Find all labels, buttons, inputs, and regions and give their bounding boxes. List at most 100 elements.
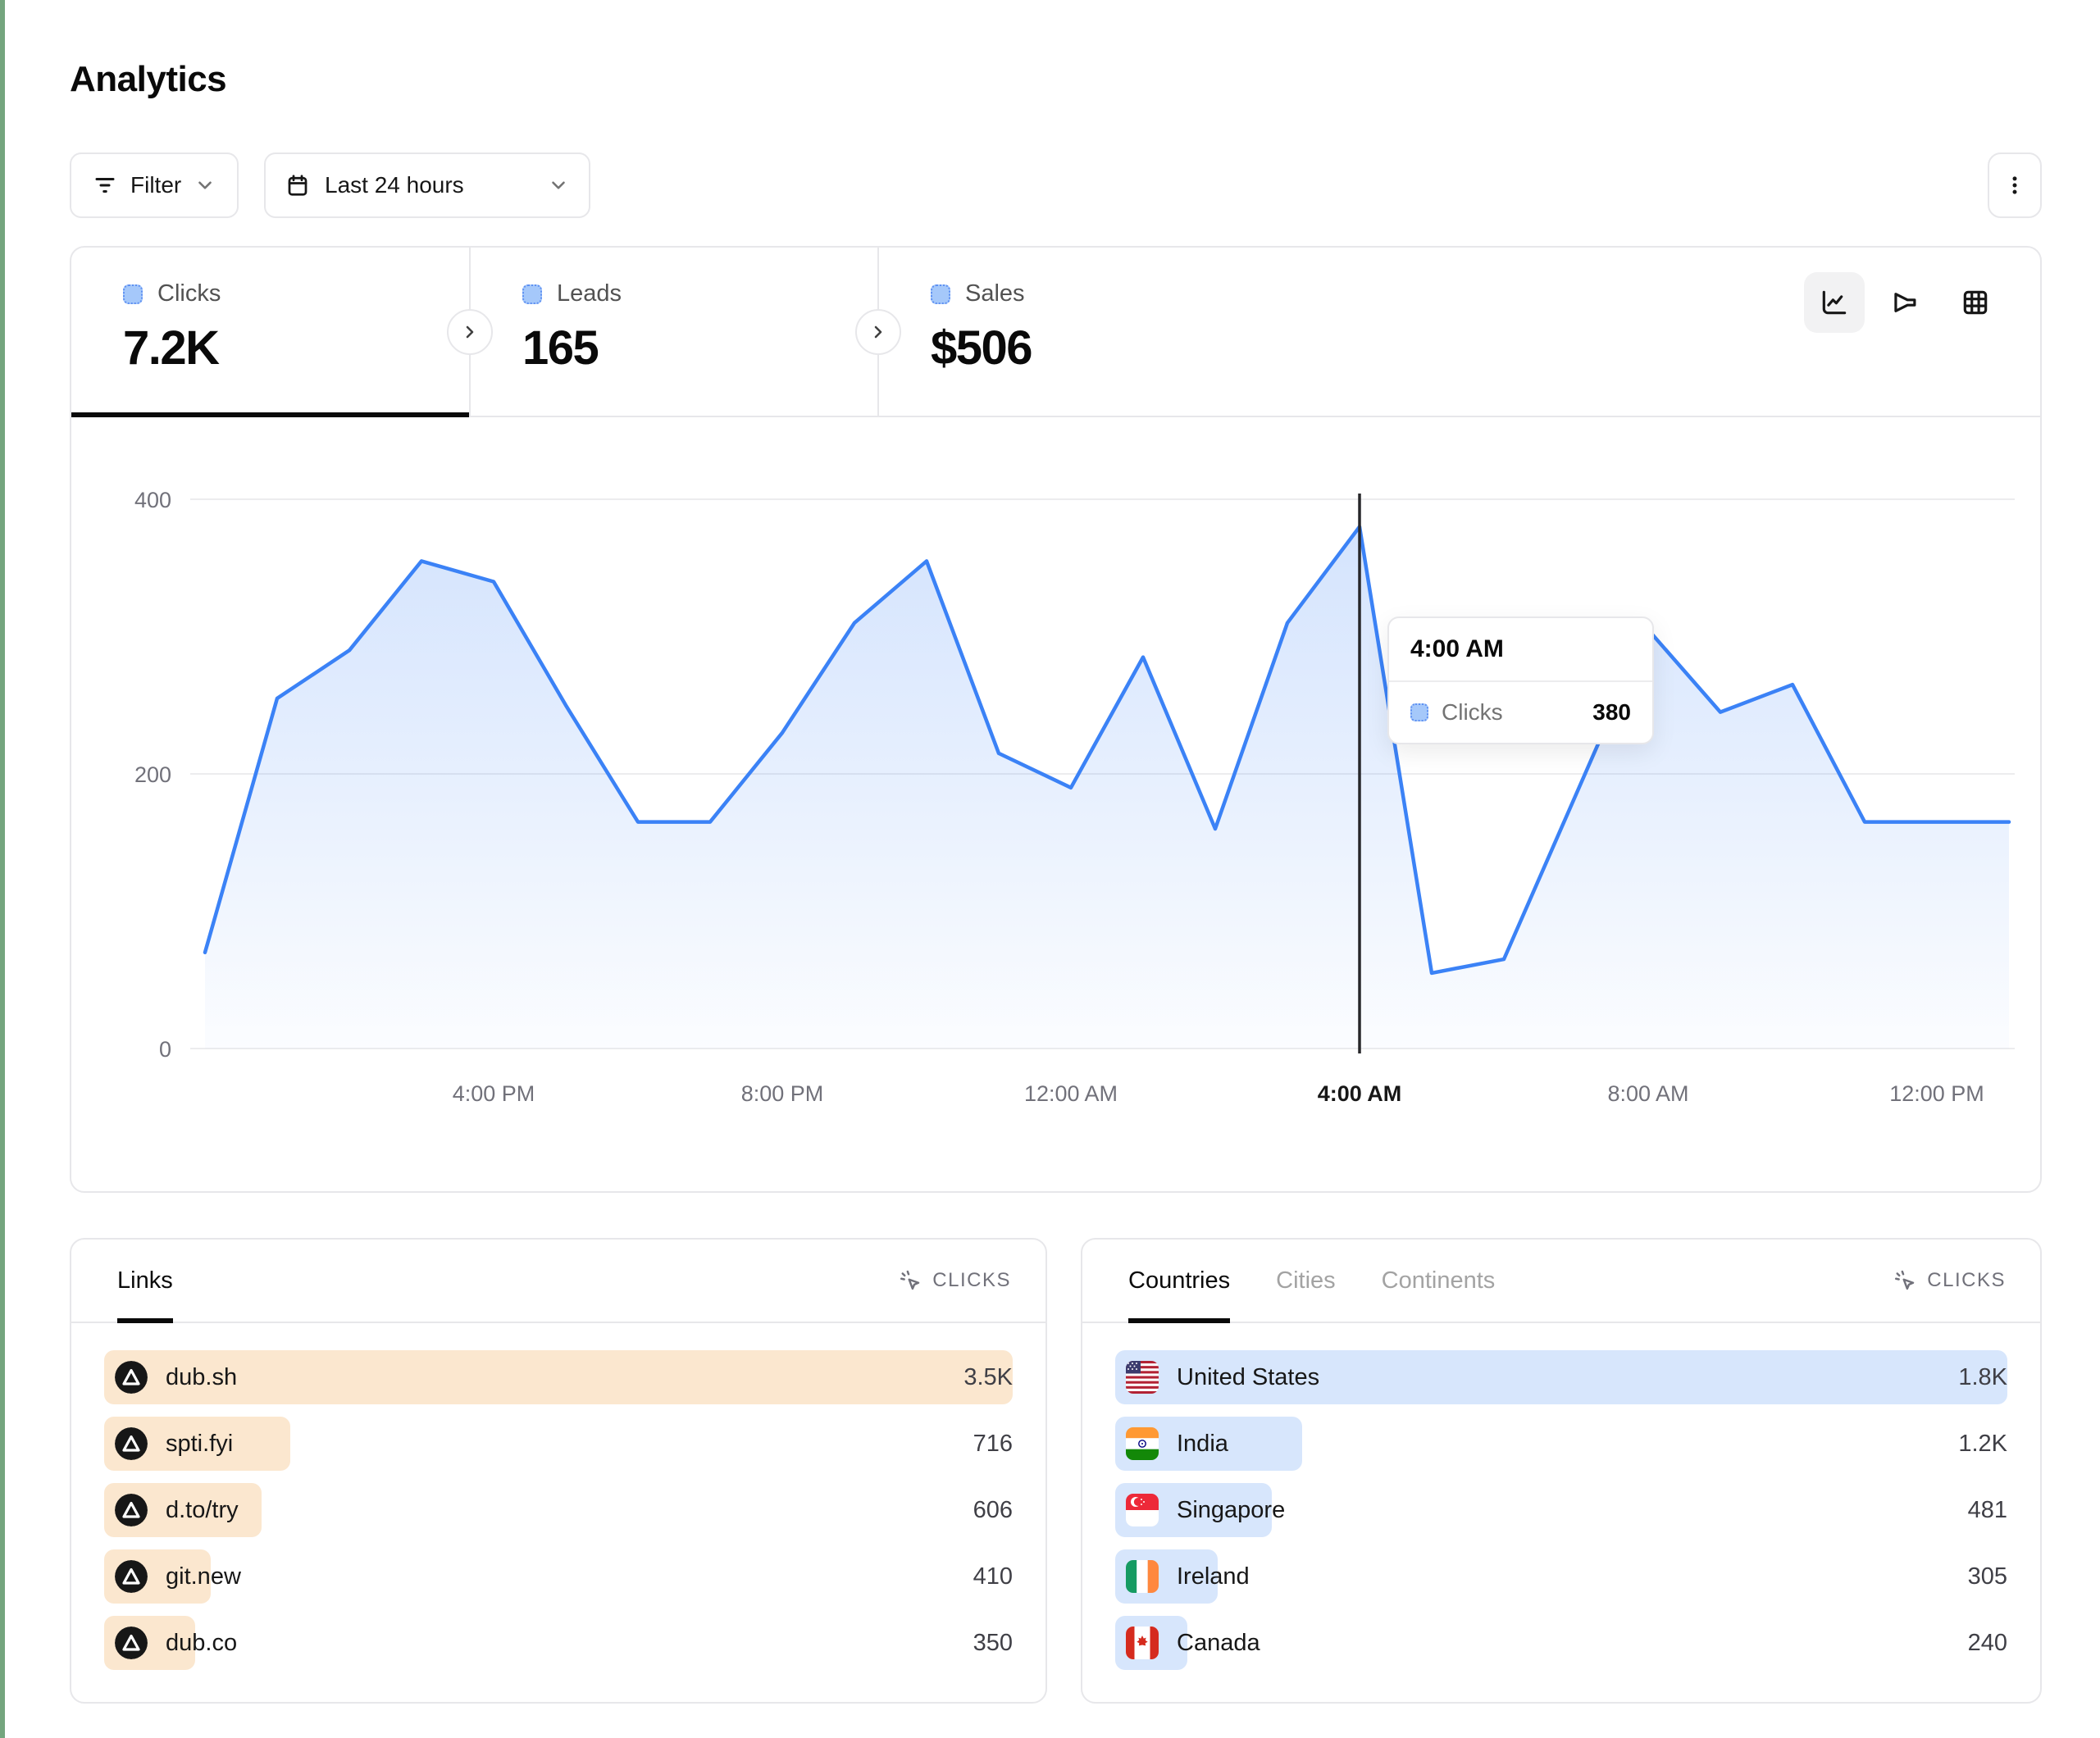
links-list: dub.sh3.5K spti.fyi 716 d.to/try 606 git.new4…	[71, 1323, 1045, 1670]
chevron-down-icon	[194, 175, 216, 196]
row-value: 1.2K	[1958, 1431, 2007, 1458]
row-label: India	[1177, 1431, 1228, 1458]
row-value: 305	[1968, 1563, 2007, 1590]
tab-cities-label: Cities	[1276, 1267, 1336, 1294]
table-view-button[interactable]	[1945, 272, 2006, 333]
area-fill	[205, 527, 2009, 1049]
tab-continents[interactable]: Continents	[1382, 1240, 1496, 1322]
link-favicon	[115, 1361, 148, 1394]
row-value: 240	[1968, 1630, 2007, 1657]
row-label: spti.fyi	[166, 1431, 233, 1458]
sales-value: $506	[931, 321, 1289, 375]
chart-view-switcher	[1804, 272, 2006, 333]
window-left-edge	[0, 0, 5, 1738]
row-label: United States	[1177, 1364, 1319, 1391]
link-row[interactable]: spti.fyi 716	[104, 1417, 1013, 1471]
x-axis-tick: 12:00 PM	[1889, 1081, 1984, 1106]
country-row[interactable]: Singapore481	[1115, 1483, 2007, 1537]
links-metric-label: CLICKS	[932, 1269, 1011, 1292]
metric-label: Sales	[965, 280, 1025, 307]
link-row[interactable]: git.new410	[104, 1549, 1013, 1604]
metric-tabs-row: Clicks 7.2K Leads 165 Sales $506	[71, 248, 2040, 417]
countries-list: United States 1.8K India 1.2K Singapore481 Ir…	[1082, 1323, 2040, 1670]
clicks-legend-chip	[123, 284, 143, 304]
analytics-page: Analytics Filter Last 24 hours	[0, 0, 2100, 1738]
cursor-click-icon	[898, 1268, 922, 1293]
country-row[interactable]: India 1.2K	[1115, 1417, 2007, 1471]
link-row[interactable]: dub.co 350	[104, 1616, 1013, 1670]
tab-leads[interactable]: Leads 165	[471, 248, 877, 416]
tab-sales[interactable]: Sales $506	[879, 248, 1289, 416]
flag-us-icon	[1126, 1361, 1159, 1394]
leads-legend-chip	[522, 284, 542, 304]
row-value: 716	[973, 1431, 1013, 1458]
link-favicon	[115, 1560, 148, 1593]
link-row[interactable]: d.to/try 606	[104, 1483, 1013, 1537]
metric-label: Clicks	[157, 280, 221, 307]
leads-value: 165	[522, 321, 877, 375]
calendar-icon	[285, 173, 310, 198]
country-row[interactable]: Canada 240	[1115, 1616, 2007, 1670]
expand-metric-button[interactable]	[447, 309, 493, 355]
countries-panel-header: Countries Cities Continents CLICKS	[1082, 1240, 2040, 1323]
row-value: 3.5K	[963, 1364, 1013, 1391]
row-label: git.new	[166, 1563, 241, 1590]
x-axis-tick: 4:00 PM	[453, 1081, 535, 1106]
links-panel-header: Links CLICKS	[71, 1240, 1045, 1323]
link-favicon	[115, 1427, 148, 1460]
row-label: d.to/try	[166, 1497, 239, 1524]
flag-in-icon	[1126, 1427, 1159, 1460]
row-value: 1.8K	[1958, 1364, 2007, 1391]
clicks-value: 7.2K	[123, 321, 469, 375]
x-axis-tick: 8:00 PM	[741, 1081, 824, 1106]
y-axis-tick: 200	[134, 762, 171, 787]
tooltip-time: 4:00 AM	[1389, 618, 1652, 682]
clicks-area-chart[interactable]: 02004004:00 PM8:00 PM12:00 AM4:00 AM8:00…	[71, 416, 2040, 1193]
date-range-button[interactable]: Last 24 hours	[264, 152, 590, 218]
x-axis-tick: 4:00 AM	[1318, 1081, 1402, 1106]
link-row[interactable]: dub.sh3.5K	[104, 1350, 1013, 1404]
tab-cities[interactable]: Cities	[1276, 1240, 1336, 1322]
date-range-label: Last 24 hours	[325, 172, 464, 198]
funnel-view-button[interactable]	[1875, 272, 1935, 333]
tab-continents-label: Continents	[1382, 1267, 1496, 1294]
tab-clicks[interactable]: Clicks 7.2K	[71, 248, 469, 416]
links-metric-column: CLICKS	[898, 1268, 1011, 1293]
row-value: 481	[1968, 1497, 2007, 1524]
links-panel: Links CLICKS dub.sh3.5K spti.fyi 716 d.to/t…	[70, 1238, 1047, 1704]
x-axis-tick: 12:00 AM	[1024, 1081, 1118, 1106]
filter-button[interactable]: Filter	[70, 152, 239, 218]
sales-legend-chip	[931, 284, 950, 304]
link-favicon	[115, 1494, 148, 1526]
tab-links-label: Links	[117, 1267, 173, 1294]
chevron-down-icon	[548, 175, 569, 196]
country-row[interactable]: Ireland305	[1115, 1549, 2007, 1604]
chart-tooltip: 4:00 AM Clicks 380	[1387, 616, 1654, 744]
row-value: 350	[973, 1630, 1013, 1657]
y-axis-tick: 0	[159, 1037, 171, 1062]
tooltip-value: 380	[1592, 699, 1631, 726]
tab-links[interactable]: Links	[117, 1240, 173, 1322]
page-title: Analytics	[70, 59, 226, 100]
cursor-click-icon	[1893, 1268, 1917, 1293]
row-label: Canada	[1177, 1630, 1260, 1657]
more-options-button[interactable]	[1988, 152, 2042, 218]
countries-metric-label: CLICKS	[1927, 1269, 2006, 1292]
analytics-card: Clicks 7.2K Leads 165 Sales $506	[70, 246, 2042, 1193]
kebab-menu-icon	[2002, 173, 2027, 198]
tooltip-series-label: Clicks	[1442, 699, 1503, 726]
tooltip-series-chip	[1410, 703, 1428, 721]
bar-fill	[104, 1350, 1013, 1404]
row-label: dub.co	[166, 1630, 237, 1657]
countries-panel: Countries Cities Continents CLICKS Unite…	[1081, 1238, 2042, 1704]
x-axis-tick: 8:00 AM	[1607, 1081, 1688, 1106]
metric-label: Leads	[557, 280, 622, 307]
line-chart-view-button[interactable]	[1804, 272, 1865, 333]
tab-countries[interactable]: Countries	[1128, 1240, 1230, 1322]
countries-metric-column: CLICKS	[1893, 1268, 2006, 1293]
flag-ca-icon	[1126, 1627, 1159, 1659]
country-row[interactable]: United States 1.8K	[1115, 1350, 2007, 1404]
filter-icon	[93, 173, 117, 198]
expand-metric-button[interactable]	[855, 309, 901, 355]
row-value: 606	[973, 1497, 1013, 1524]
